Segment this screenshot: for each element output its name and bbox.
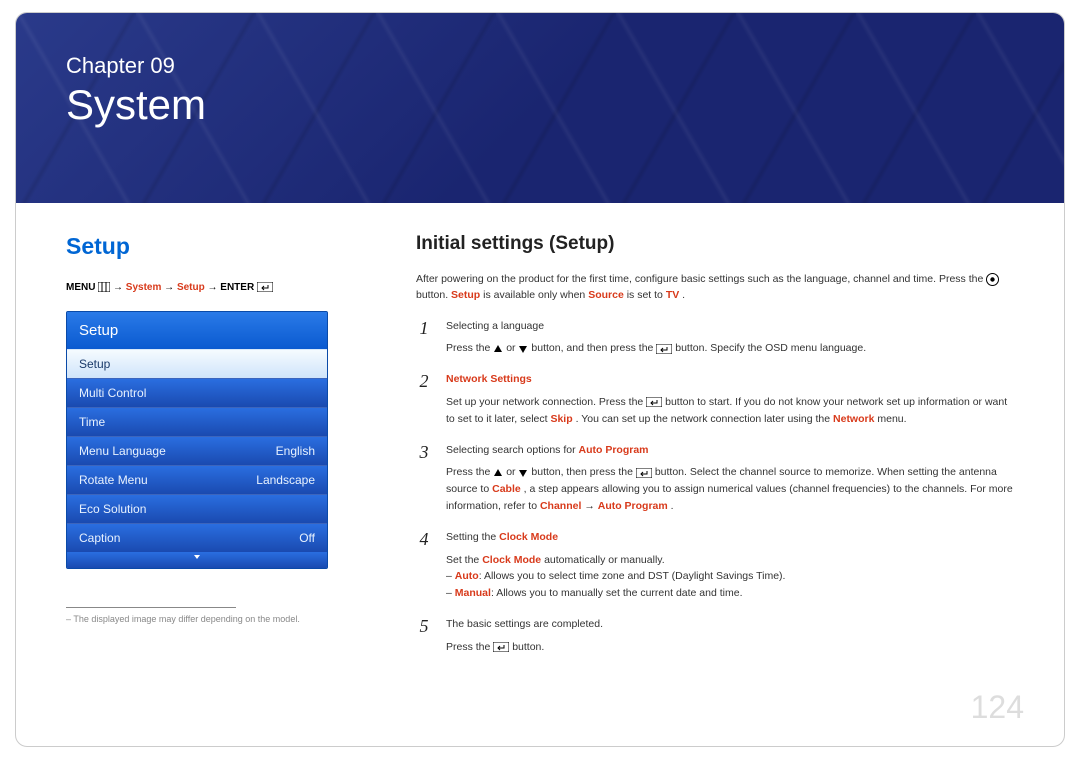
step-number: 3 <box>416 442 432 515</box>
osd-item-eco-solution[interactable]: Eco Solution <box>67 494 327 523</box>
content-area: Setup MENU → System → Setup → ENTER Setu… <box>16 203 1064 669</box>
step-title: Selecting a language <box>446 318 1014 335</box>
up-triangle-icon <box>493 468 503 478</box>
step-4: 4 Setting the Clock Mode Set the Clock M… <box>416 529 1014 602</box>
step-number: 1 <box>416 318 432 358</box>
step-number: 2 <box>416 371 432 427</box>
chevron-down-icon <box>192 552 202 562</box>
footnote-divider <box>66 607 236 608</box>
enter-icon <box>656 344 672 354</box>
step-body: Set the Clock Mode automatically or manu… <box>446 552 1014 569</box>
footnote-text: The displayed image may differ depending… <box>66 614 346 624</box>
osd-menu-panel: Setup Setup Multi Control Time Menu Lang… <box>66 311 328 569</box>
osd-item-menu-language[interactable]: Menu Language English <box>67 436 327 465</box>
section-heading-setup: Setup <box>66 233 346 260</box>
osd-scroll-down[interactable] <box>67 552 327 568</box>
step-body: Set up your network connection. Press th… <box>446 394 1014 428</box>
bullet-manual: Manual: Allows you to manually set the c… <box>446 585 1014 602</box>
lead-paragraph: After powering on the product for the fi… <box>416 271 1014 304</box>
osd-item-caption[interactable]: Caption Off <box>67 523 327 552</box>
initial-settings-heading: Initial settings (Setup) <box>416 233 1014 255</box>
step-title: Network Settings <box>446 371 1014 388</box>
osd-item-multi-control[interactable]: Multi Control <box>67 378 327 407</box>
enter-icon <box>646 397 662 407</box>
chapter-banner: Chapter 09 System <box>16 13 1064 203</box>
menu-breadcrumb: MENU → System → Setup → ENTER <box>66 282 346 293</box>
menu-grid-icon <box>98 282 110 292</box>
up-triangle-icon <box>493 344 503 354</box>
left-column: Setup MENU → System → Setup → ENTER Setu… <box>66 233 346 669</box>
chapter-title: System <box>66 81 1014 129</box>
circle-m-icon <box>986 273 999 286</box>
osd-menu-header: Setup <box>67 312 327 349</box>
enter-icon <box>257 282 273 292</box>
osd-item-rotate-menu[interactable]: Rotate Menu Landscape <box>67 465 327 494</box>
osd-item-time[interactable]: Time <box>67 407 327 436</box>
step-5: 5 The basic settings are completed. Pres… <box>416 616 1014 656</box>
osd-item-setup[interactable]: Setup <box>67 349 327 378</box>
step-3: 3 Selecting search options for Auto Prog… <box>416 442 1014 515</box>
breadcrumb-menu: MENU <box>66 282 95 293</box>
bullet-auto: Auto: Allows you to select time zone and… <box>446 568 1014 585</box>
right-column: Initial settings (Setup) After powering … <box>416 233 1014 669</box>
step-body: Press the or button, then press the butt… <box>446 464 1014 514</box>
breadcrumb-enter: ENTER <box>220 282 254 293</box>
down-triangle-icon <box>518 468 528 478</box>
step-number: 4 <box>416 529 432 602</box>
step-body: Press the or button, and then press the … <box>446 340 1014 357</box>
down-triangle-icon <box>518 344 528 354</box>
enter-icon <box>636 468 652 478</box>
step-title: The basic settings are completed. <box>446 616 1014 633</box>
breadcrumb-system: System <box>126 282 162 293</box>
step-body: Press the button. <box>446 639 1014 656</box>
step-number: 5 <box>416 616 432 656</box>
step-title: Setting the Clock Mode <box>446 529 1014 546</box>
page-number: 124 <box>971 689 1024 726</box>
enter-icon <box>493 642 509 652</box>
step-2: 2 Network Settings Set up your network c… <box>416 371 1014 427</box>
breadcrumb-setup: Setup <box>177 282 205 293</box>
step-title: Selecting search options for Auto Progra… <box>446 442 1014 459</box>
step-1: 1 Selecting a language Press the or butt… <box>416 318 1014 358</box>
chapter-label: Chapter 09 <box>66 53 1014 79</box>
manual-page: Chapter 09 System Setup MENU → System → … <box>15 12 1065 747</box>
